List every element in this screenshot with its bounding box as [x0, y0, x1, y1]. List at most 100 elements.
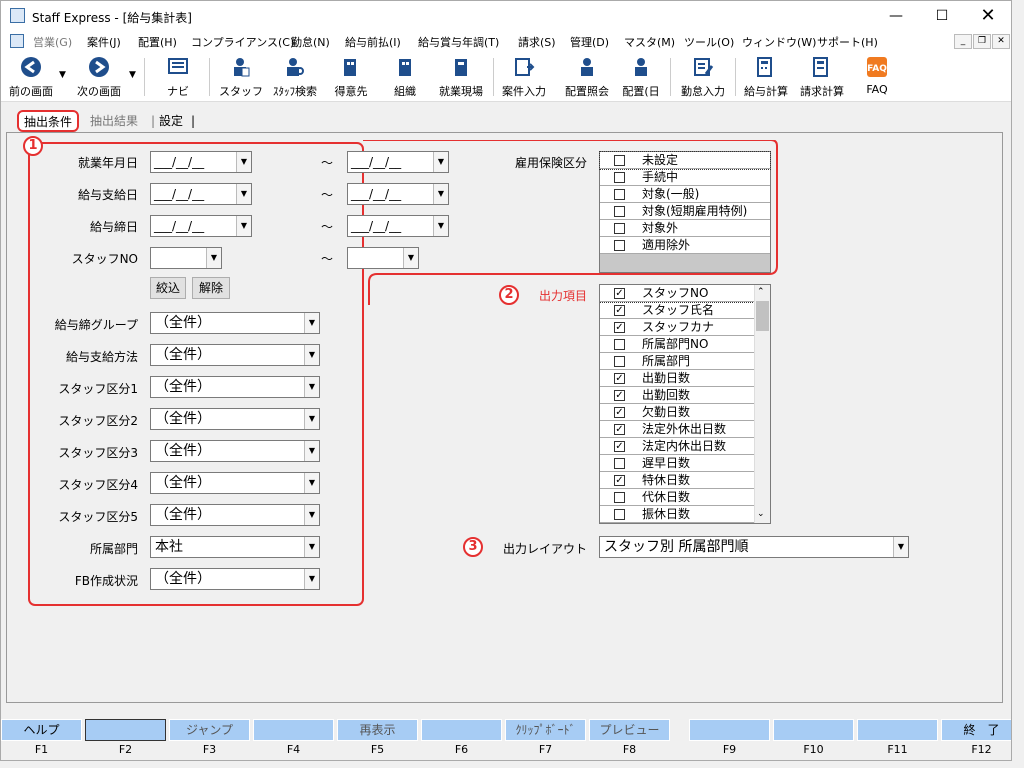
output-checkbox[interactable]: ✓ — [614, 373, 625, 384]
insurance-row[interactable]: 対象(一般) — [600, 186, 770, 203]
insurance-checkbox[interactable] — [614, 206, 625, 217]
case-input-button[interactable]: 案件入力 — [497, 54, 551, 100]
output-row[interactable]: 所属部門 — [600, 353, 754, 370]
output-row[interactable]: ✓ スタッフカナ — [600, 319, 754, 336]
dropdown-arrow-icon[interactable]: ▼ — [403, 248, 418, 268]
output-row[interactable]: ✓ スタッフ氏名 — [600, 302, 754, 319]
attendance-input-button[interactable]: 勤怠入力 — [675, 54, 731, 100]
fkey-f12-button[interactable]: 終 了 — [941, 719, 1011, 741]
pay-date-from[interactable]: ___/__/__ ▼ — [150, 183, 252, 205]
dropdown-arrow-icon[interactable]: ▼ — [206, 248, 221, 268]
menu-master[interactable]: マスタ(M) — [624, 34, 675, 50]
filter-button[interactable]: 絞込 — [150, 277, 186, 299]
menu-billing[interactable]: 請求(S) — [518, 34, 556, 50]
assign-day-button[interactable]: 配置(日 — [617, 54, 665, 100]
dropdown-arrow-icon[interactable]: ▼ — [304, 313, 319, 333]
output-row[interactable]: 遅早日数 — [600, 455, 754, 472]
menu-tools[interactable]: ツール(O) — [684, 34, 734, 50]
billing-calc-button[interactable]: 請求計算 — [795, 54, 849, 100]
tab-settings[interactable]: 設定 — [156, 111, 186, 131]
menu-advance[interactable]: 給与前払(I) — [345, 34, 401, 50]
close-button[interactable]: ✕ — [965, 1, 1011, 31]
insurance-row[interactable]: 対象(短期雇用特例) — [600, 203, 770, 220]
staff-cat4-select[interactable]: （全件） ▼ — [150, 472, 320, 494]
scroll-up-icon[interactable]: ⌃ — [757, 287, 765, 297]
output-scrollbar[interactable]: ⌃ ⌄ — [754, 285, 770, 523]
output-checkbox[interactable] — [614, 492, 625, 503]
output-checkbox[interactable]: ✓ — [614, 441, 625, 452]
dropdown-arrow-icon[interactable]: ▼ — [304, 537, 319, 557]
staff-cat3-select[interactable]: （全件） ▼ — [150, 440, 320, 462]
menu-support[interactable]: サポート(H) — [817, 34, 878, 50]
scrollbar-thumb[interactable] — [756, 301, 769, 331]
dropdown-arrow-icon[interactable]: ▼ — [304, 473, 319, 493]
staff-search-button[interactable]: ｽﾀｯﾌ検索 — [269, 54, 321, 100]
clear-button[interactable]: 解除 — [192, 277, 230, 299]
output-row[interactable]: 所属部門NO — [600, 336, 754, 353]
output-row[interactable]: ✓ 法定外休出日数 — [600, 421, 754, 438]
dropdown-arrow-icon[interactable]: ▼ — [304, 345, 319, 365]
dropdown-arrow-icon[interactable]: ▼ — [236, 184, 251, 204]
output-row[interactable]: 代休日数 — [600, 489, 754, 506]
next-dropdown-icon[interactable]: ▼ — [129, 70, 136, 80]
work-month-to[interactable]: ___/__/__ ▼ — [347, 151, 449, 173]
output-checkbox[interactable]: ✓ — [614, 424, 625, 435]
fkey-f10-button[interactable] — [773, 719, 854, 741]
salary-calc-button[interactable]: 給与計算 — [739, 54, 793, 100]
maximize-button[interactable]: ☐ — [919, 1, 965, 31]
dropdown-arrow-icon[interactable]: ▼ — [236, 152, 251, 172]
fkey-f7-button[interactable]: ｸﾘｯﾌﾟﾎﾞｰﾄﾞ — [505, 719, 586, 741]
scroll-down-icon[interactable]: ⌄ — [757, 509, 765, 519]
fkey-f1-button[interactable]: ヘルプ — [1, 719, 82, 741]
tab-extract-conditions[interactable]: 抽出条件 — [17, 110, 80, 132]
org-button[interactable]: 組織 — [383, 54, 427, 100]
tab-extract-results[interactable]: 抽出結果 — [87, 111, 141, 131]
insurance-row[interactable]: 未設定 — [599, 151, 771, 170]
insurance-checkbox[interactable] — [614, 189, 625, 200]
app-menu-icon[interactable] — [10, 34, 24, 48]
output-checkbox[interactable]: ✓ — [614, 390, 625, 401]
menu-sales[interactable]: 営業(G) — [33, 34, 72, 50]
fkey-f9-button[interactable] — [689, 719, 770, 741]
output-checkbox[interactable]: ✓ — [614, 288, 625, 299]
mdi-minimize-button[interactable]: _ — [954, 34, 972, 49]
layout-select[interactable]: スタッフ別 所属部門順 ▼ — [599, 536, 909, 558]
site-button[interactable]: 就業現場 — [433, 54, 489, 100]
dropdown-arrow-icon[interactable]: ▼ — [433, 152, 448, 172]
output-row[interactable]: ✓ 特休日数 — [600, 472, 754, 489]
work-month-from[interactable]: ___/__/__ ▼ — [150, 151, 252, 173]
faq-button[interactable]: FAQ FAQ — [857, 54, 897, 100]
fb-status-select[interactable]: （全件） ▼ — [150, 568, 320, 590]
output-checkbox[interactable]: ✓ — [614, 322, 625, 333]
output-row[interactable]: 振休日数 — [600, 506, 754, 523]
staff-button[interactable]: スタッフ — [219, 54, 263, 100]
output-checkbox[interactable] — [614, 339, 625, 350]
insurance-checkbox[interactable] — [614, 172, 625, 183]
mdi-restore-button[interactable]: ❐ — [973, 34, 991, 49]
menu-salary[interactable]: 給与賞与年調(T) — [418, 34, 499, 50]
menu-attendance[interactable]: 勤怠(N) — [291, 34, 330, 50]
navi-button[interactable]: ナビ — [156, 54, 200, 100]
dropdown-arrow-icon[interactable]: ▼ — [893, 537, 908, 557]
dropdown-arrow-icon[interactable]: ▼ — [304, 569, 319, 589]
output-checkbox[interactable] — [614, 356, 625, 367]
insurance-checkbox[interactable] — [614, 223, 625, 234]
next-screen-button[interactable]: 次の画面 — [71, 54, 127, 100]
output-checkbox[interactable]: ✓ — [614, 305, 625, 316]
menu-admin[interactable]: 管理(D) — [570, 34, 609, 50]
fkey-f11-button[interactable] — [857, 719, 938, 741]
cutoff-date-from[interactable]: ___/__/__ ▼ — [150, 215, 252, 237]
output-row[interactable]: ✓ 出勤回数 — [600, 387, 754, 404]
staff-cat2-select[interactable]: （全件） ▼ — [150, 408, 320, 430]
insurance-row[interactable]: 対象外 — [600, 220, 770, 237]
fkey-f6-button[interactable] — [421, 719, 502, 741]
dropdown-arrow-icon[interactable]: ▼ — [304, 409, 319, 429]
assign-inquiry-button[interactable]: 配置照会 — [559, 54, 615, 100]
cutoff-date-to[interactable]: ___/__/__ ▼ — [347, 215, 449, 237]
pay-method-select[interactable]: （全件） ▼ — [150, 344, 320, 366]
fkey-f8-button[interactable]: プレビュー — [589, 719, 670, 741]
prev-screen-button[interactable]: 前の画面 — [3, 54, 59, 100]
staff-no-from[interactable]: ▼ — [150, 247, 222, 269]
fkey-f5-button[interactable]: 再表示 — [337, 719, 418, 741]
prev-dropdown-icon[interactable]: ▼ — [59, 70, 66, 80]
